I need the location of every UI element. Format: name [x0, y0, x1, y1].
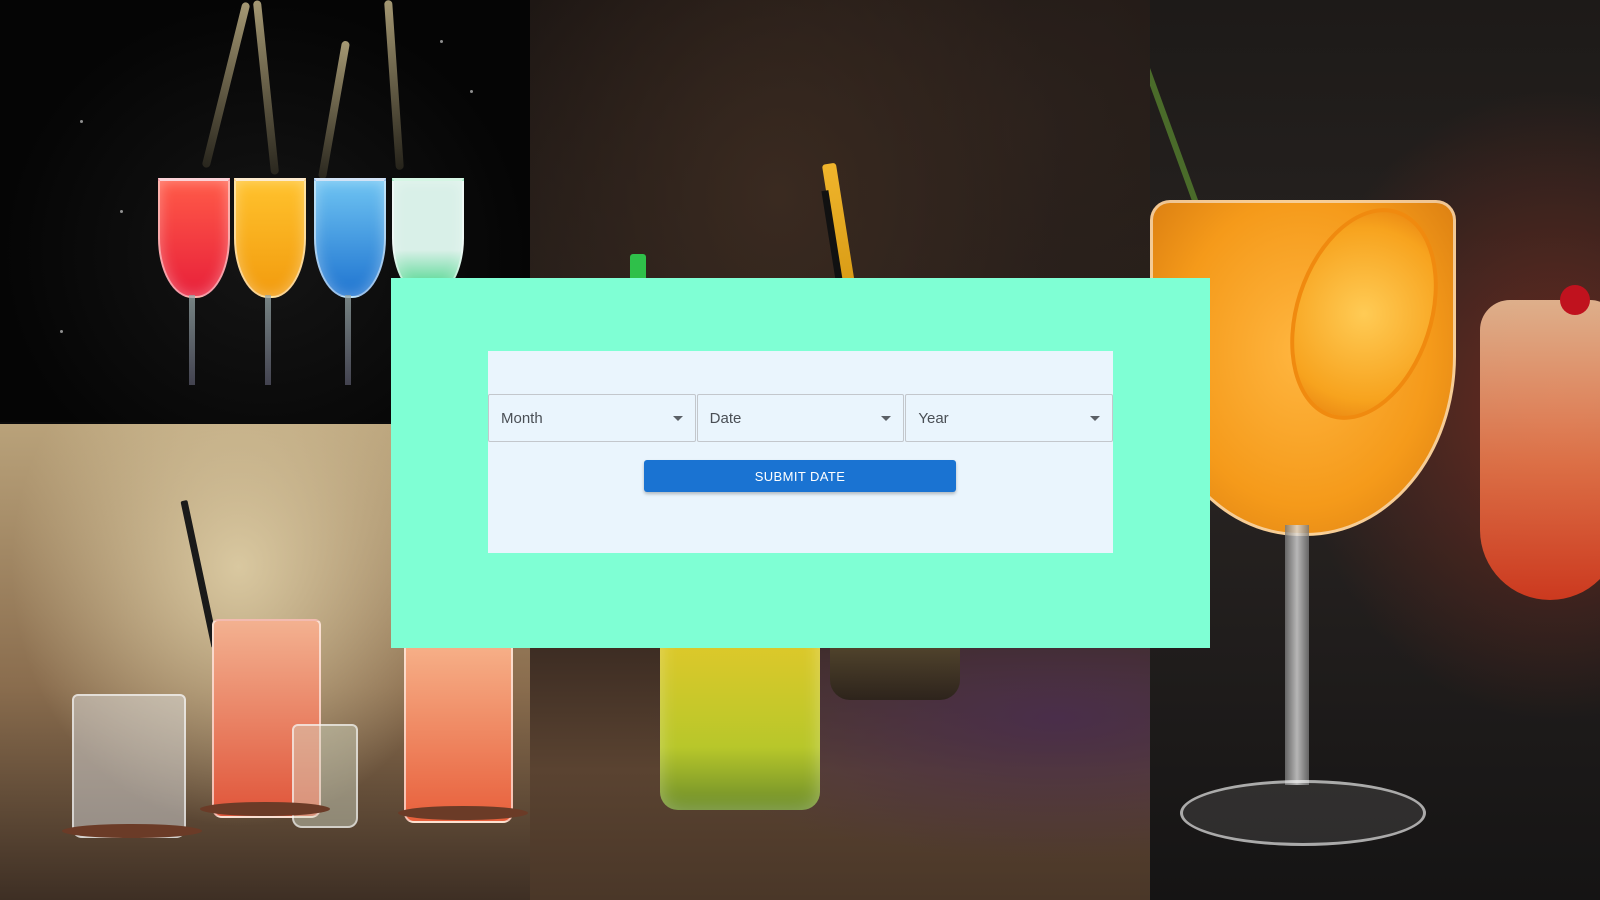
chevron-down-icon	[1090, 416, 1101, 421]
chevron-down-icon	[672, 416, 683, 421]
background-photo-orange-cocktail	[1150, 0, 1600, 900]
year-select-label: Year	[918, 410, 949, 427]
month-select-label: Month	[501, 410, 543, 427]
page: Month Date Year SUBMIT DATE	[0, 0, 1600, 900]
year-select[interactable]: Year	[905, 394, 1114, 442]
background-photo-yellow-drink	[530, 640, 1150, 900]
date-select[interactable]: Date	[696, 394, 905, 442]
date-picker-panel: Month Date Year SUBMIT DATE	[391, 278, 1210, 648]
chevron-down-icon	[881, 416, 892, 421]
month-select[interactable]: Month	[488, 394, 696, 442]
date-selects-row: Month Date Year	[488, 394, 1114, 442]
date-select-label: Date	[709, 410, 742, 427]
submit-date-button[interactable]: SUBMIT DATE	[644, 460, 956, 492]
date-form-card: Month Date Year SUBMIT DATE	[488, 351, 1114, 553]
